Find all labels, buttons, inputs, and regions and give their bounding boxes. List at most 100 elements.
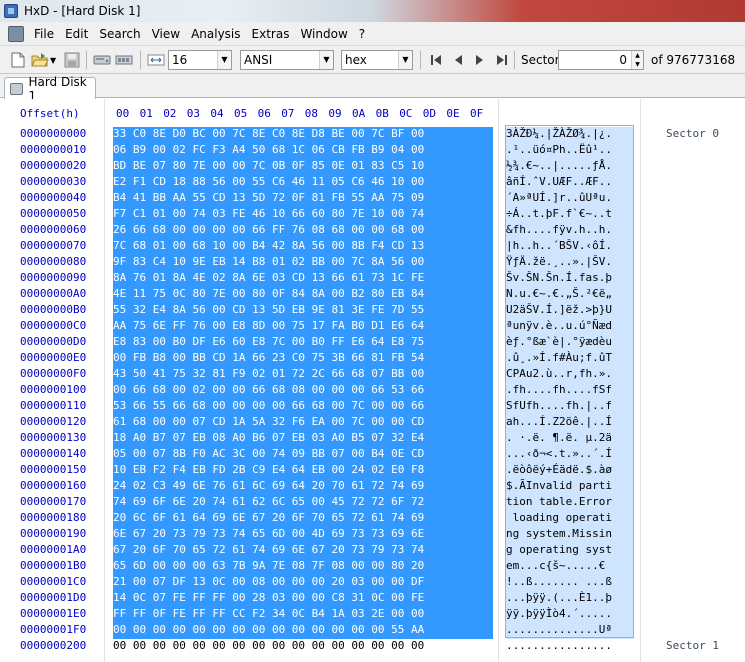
row-hex-bytes[interactable]: 18 A0 B7 07 EB 08 A0 B6 07 EB 03 A0 B5 0… <box>113 431 493 447</box>
row-ascii[interactable]: U2äŠV.Í.]ëž.>þ}U <box>506 303 634 319</box>
row-ascii[interactable]: !..ß....... ...ß <box>506 575 634 591</box>
row-hex-bytes[interactable]: 20 6C 6F 61 64 69 6E 67 20 6F 70 65 72 6… <box>113 511 493 527</box>
row-hex-bytes[interactable]: 8A 76 01 8A 4E 02 8A 6E 03 CD 13 66 61 7… <box>113 271 493 287</box>
row-ascii[interactable]: SfUfh....fh.|..f <box>506 399 634 415</box>
row-hex-bytes[interactable]: E8 83 00 B0 DF E6 60 E8 7C 00 B0 FF E6 6… <box>113 335 493 351</box>
menu-window[interactable]: Window <box>296 27 354 41</box>
open-icon[interactable] <box>30 50 50 70</box>
row-ascii[interactable]: ah...Í.Z2öê.|..Í <box>506 415 634 431</box>
row-hex-bytes[interactable]: 9F 83 C4 10 9E EB 14 B8 01 02 BB 00 7C 8… <box>113 255 493 271</box>
menu-edit[interactable]: Edit <box>61 27 95 41</box>
row-ascii[interactable]: ´A»ªUÍ.]r..ûUªu. <box>506 191 634 207</box>
row-offset: 0000000160 <box>20 479 87 492</box>
row-ascii[interactable]: .fh....fh....fSf <box>506 383 634 399</box>
first-sector-icon[interactable] <box>426 50 446 70</box>
menu-file[interactable]: File <box>30 27 61 41</box>
column-header-0F: 0F <box>470 107 484 120</box>
row-hex-bytes[interactable]: E2 F1 CD 18 88 56 00 55 C6 46 11 05 C6 4… <box>113 175 493 191</box>
open-dropdown-arrow[interactable]: ▼ <box>50 56 56 76</box>
row-hex-bytes[interactable]: 74 69 6F 6E 20 74 61 62 6C 65 00 45 72 7… <box>113 495 493 511</box>
row-ascii[interactable]: ªunÿv.è..u.ú°Ñæd <box>506 319 634 335</box>
row-ascii[interactable]: ................ <box>506 639 634 655</box>
row-ascii[interactable]: ...‹ð¬<.t.»..´.Í <box>506 447 634 463</box>
offset-base-select[interactable]: hex ▼ <box>341 50 413 70</box>
row-hex-bytes[interactable]: 06 B9 00 02 FC F3 A4 50 68 1C 06 CB FB B… <box>113 143 493 159</box>
menu-help[interactable]: ? <box>355 27 372 41</box>
row-hex-bytes[interactable]: 00 00 00 00 00 00 00 00 00 00 00 00 00 0… <box>113 623 493 639</box>
row-ascii[interactable]: $.ÃInvalid parti <box>506 479 634 495</box>
row-hex-bytes[interactable]: 53 66 55 66 68 00 00 00 00 66 68 00 7C 0… <box>113 399 493 415</box>
row-hex-bytes[interactable]: 33 C0 8E D0 BC 00 7C 8E C0 8E D8 BE 00 7… <box>113 127 493 143</box>
previous-sector-icon[interactable] <box>448 50 468 70</box>
row-ascii[interactable]: èƒ.°ßæ`è|.°ÿædèu <box>506 335 634 351</box>
row-ascii[interactable]: ng system.Missin <box>506 527 634 543</box>
last-sector-icon[interactable] <box>492 50 512 70</box>
row-hex-bytes[interactable]: 43 50 41 75 32 81 F9 02 01 72 2C 66 68 0… <box>113 367 493 383</box>
row-hex-bytes[interactable]: 00 66 68 00 02 00 00 66 68 08 00 00 00 6… <box>113 383 493 399</box>
row-hex-bytes[interactable]: F7 C1 01 00 74 03 FE 46 10 66 60 80 7E 1… <box>113 207 493 223</box>
toolbar-separator <box>140 51 141 69</box>
row-ascii[interactable]: Šv.ŠN.Šn.Í.fas.þ <box>506 271 634 287</box>
row-ascii[interactable]: ÿÿ.þÿÿÌò4.´..... <box>506 607 634 623</box>
row-ascii[interactable]: ...þÿÿ.(...È1..þ <box>506 591 634 607</box>
column-header-0E: 0E <box>446 107 460 120</box>
row-ascii[interactable]: CPAu2.ù..r,fh.». <box>506 367 634 383</box>
menu-extras[interactable]: Extras <box>248 27 297 41</box>
charset-select[interactable]: ANSI ▼ <box>240 50 334 70</box>
row-hex-bytes[interactable]: B4 41 BB AA 55 CD 13 5D 72 0F 81 FB 55 A… <box>113 191 493 207</box>
row-hex-bytes[interactable]: FF FF 0F FE FF FF CC F2 34 0C B4 1A 03 2… <box>113 607 493 623</box>
row-ascii[interactable]: âñÍ.ˆV.UÆF..ÆF.. <box>506 175 634 191</box>
row-ascii[interactable]: N.u.€~.€.„Š.²€ë„ <box>506 287 634 303</box>
row-offset: 00000000C0 <box>20 319 87 332</box>
row-hex-bytes[interactable]: 4E 11 75 0C 80 7E 00 80 0F 84 8A 00 B2 8… <box>113 287 493 303</box>
row-ascii[interactable]: ..............Uª <box>506 623 634 639</box>
row-ascii[interactable]: tion table.Error <box>506 495 634 511</box>
bytes-per-row-select[interactable]: 16 ▼ <box>168 50 232 70</box>
row-hex-bytes[interactable]: 6E 67 20 73 79 73 74 65 6D 00 4D 69 73 7… <box>113 527 493 543</box>
row-ascii[interactable]: .ëòôëý+Éädë.$.àø <box>506 463 634 479</box>
chevron-down-icon: ▼ <box>217 51 231 69</box>
row-hex-bytes[interactable]: 00 00 00 00 00 00 00 00 00 00 00 00 00 0… <box>113 639 493 655</box>
sector-spinner-icon[interactable]: ▲ ▼ <box>631 51 643 69</box>
row-hex-bytes[interactable]: AA 75 6E FF 76 00 E8 8D 00 75 17 FA B0 D… <box>113 319 493 335</box>
menu-search[interactable]: Search <box>95 27 147 41</box>
hex-editor[interactable]: Offset(h) 00 01 02 03 04 05 06 07 08 09 0A 0B 0C 0D 0E 0… <box>0 99 745 662</box>
row-hex-bytes[interactable]: 14 0C 07 FE FF FF 00 28 03 00 00 C8 31 0… <box>113 591 493 607</box>
row-hex-bytes[interactable]: BD BE 07 80 7E 00 00 7C 0B 0F 85 0E 01 8… <box>113 159 493 175</box>
row-ascii[interactable]: em...c{š~.....€ <box>506 559 634 575</box>
row-hex-bytes[interactable]: 67 20 6F 70 65 72 61 74 69 6E 67 20 73 7… <box>113 543 493 559</box>
menu-view[interactable]: View <box>148 27 187 41</box>
row-ascii[interactable]: .û¸.»Í.f#Àu;f.ûT <box>506 351 634 367</box>
row-hex-bytes[interactable]: 61 68 00 00 07 CD 1A 5A 32 F6 EA 00 7C 0… <box>113 415 493 431</box>
row-hex-bytes[interactable]: 10 EB F2 F4 EB FD 2B C9 E4 64 EB 00 24 0… <box>113 463 493 479</box>
row-hex-bytes[interactable]: 21 00 07 DF 13 0C 00 08 00 00 00 20 03 0… <box>113 575 493 591</box>
row-ascii[interactable]: &fh....fÿv.h..h. <box>506 223 634 239</box>
next-sector-icon[interactable] <box>470 50 490 70</box>
row-ascii[interactable]: 3ÀŽÐ¼.|ŽÀŽØ¾.|¿. <box>506 127 634 143</box>
row-hex-bytes[interactable]: 55 32 E4 8A 56 00 CD 13 5D EB 9E 81 3E F… <box>113 303 493 319</box>
row-ascii[interactable]: ŸƒÄ.žë.¸..».|ŠV. <box>506 255 634 271</box>
save-icon[interactable] <box>62 50 82 70</box>
row-ascii[interactable]: |h..h..´BŠV.‹ôÍ. <box>506 239 634 255</box>
row-ascii[interactable]: . ·.ë. ¶.ë. µ.2ä <box>506 431 634 447</box>
document-menu-icon[interactable] <box>8 25 24 42</box>
row-hex-bytes[interactable]: 00 FB B8 00 BB CD 1A 66 23 C0 75 3B 66 8… <box>113 351 493 367</box>
row-hex-bytes[interactable]: 05 00 07 8B F0 AC 3C 00 74 09 BB 07 00 B… <box>113 447 493 463</box>
row-ascii[interactable]: .¹..üó¤Ph..Ëû¹.. <box>506 143 634 159</box>
ram-icon[interactable] <box>114 50 134 70</box>
disk-icon[interactable] <box>92 50 112 70</box>
row-ascii[interactable]: ÷Á..t.þF.f`€~..t <box>506 207 634 223</box>
row-hex-bytes[interactable]: 7C 68 01 00 68 10 00 B4 42 8A 56 00 8B F… <box>113 239 493 255</box>
row-offset: 0000000100 <box>20 383 87 396</box>
row-hex-bytes[interactable]: 65 6D 00 00 00 63 7B 9A 7E 08 7F 08 00 0… <box>113 559 493 575</box>
row-hex-bytes[interactable]: 26 66 68 00 00 00 00 66 FF 76 08 68 00 0… <box>113 223 493 239</box>
tab-hard-disk-1[interactable]: Hard Disk 1 <box>4 75 96 103</box>
row-ascii[interactable]: loading operati <box>506 511 634 527</box>
menu-analysis[interactable]: Analysis <box>187 27 247 41</box>
row-ascii[interactable]: g operating syst <box>506 543 634 559</box>
row-hex-bytes[interactable]: 24 02 C3 49 6E 76 61 6C 69 64 20 70 61 7… <box>113 479 493 495</box>
row-ascii[interactable]: ½¾.€~..|.....ƒÅ. <box>506 159 634 175</box>
new-icon[interactable] <box>8 50 28 70</box>
sector-input[interactable]: 0 ▲ ▼ <box>558 50 644 70</box>
column-header-00: 00 <box>116 107 130 120</box>
